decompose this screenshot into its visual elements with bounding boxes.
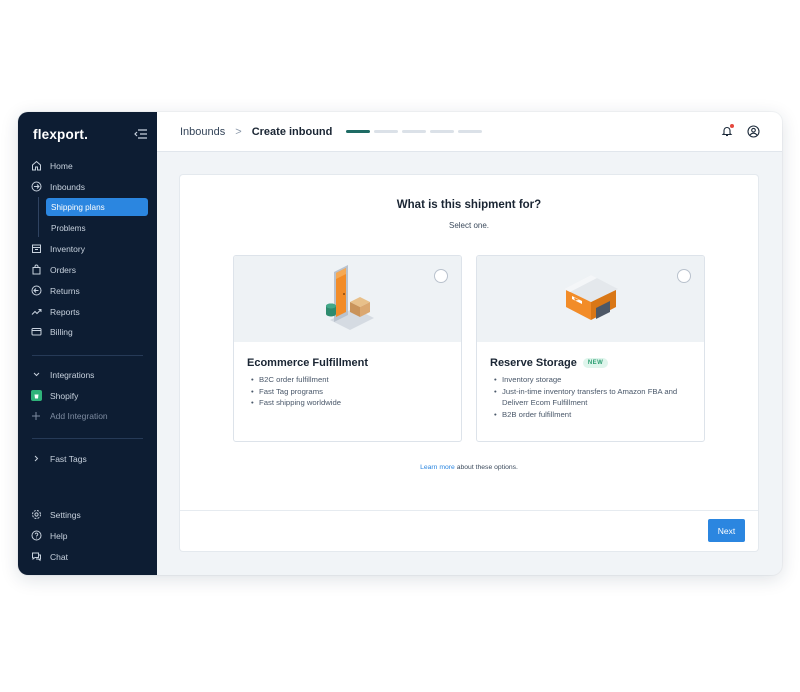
top-bar: Inbounds > Create inbound (157, 112, 782, 152)
inbound-icon (30, 181, 42, 193)
option-radio-ecommerce[interactable] (434, 269, 448, 283)
notification-bell-icon[interactable] (720, 124, 734, 138)
shipment-type-panel: What is this shipment for? Select one. E… (180, 175, 758, 551)
list-item: Fast shipping worldwide (251, 397, 449, 409)
card-bullet-list: Inventory storage Just-in-time inventory… (494, 374, 692, 420)
sidebar-item-label: Orders (50, 264, 76, 275)
new-badge: NEW (582, 358, 609, 368)
sidebar-subitem-shipping-plans[interactable]: Shipping plans (46, 198, 148, 216)
sidebar-item-chat[interactable]: Chat (30, 548, 68, 565)
card-illustration-area (234, 256, 461, 342)
inventory-icon (30, 243, 42, 255)
door-boxes-illustration-icon (318, 262, 378, 337)
sidebar-item-settings[interactable]: Settings (30, 506, 81, 523)
progress-step (374, 130, 399, 133)
trend-icon (30, 306, 42, 318)
question-title: What is this shipment for? (396, 199, 542, 211)
plus-icon (30, 410, 42, 422)
chevron-right-icon (30, 453, 42, 465)
sidebar-item-help[interactable]: Help (30, 527, 67, 544)
sidebar-item-integrations[interactable]: Integrations (30, 366, 94, 383)
returns-icon (30, 285, 42, 297)
sidebar-item-fast-tags[interactable]: Fast Tags (30, 450, 87, 467)
notification-dot (730, 124, 734, 128)
list-item: Inventory storage (494, 374, 692, 386)
learn-more-row: Learn more about these options. (180, 464, 758, 471)
next-button[interactable]: Next (708, 519, 745, 542)
card-bullet-list: B2C order fulfillment Fast Tag programs … (251, 374, 449, 409)
sidebar-item-label: Billing (50, 326, 73, 337)
shopify-icon (30, 390, 42, 402)
option-radio-reserve-storage[interactable] (677, 269, 691, 283)
learn-more-link[interactable]: Learn more (420, 464, 455, 471)
option-card-ecommerce-fulfillment[interactable]: Ecommerce Fulfillment B2C order fulfillm… (233, 255, 462, 442)
sidebar-item-label: Inbounds (50, 181, 85, 192)
sidebar-item-orders[interactable]: Orders (30, 261, 76, 278)
page-title: Create inbound (251, 125, 333, 138)
card-illustration-area (477, 256, 704, 342)
gear-icon (30, 509, 42, 521)
sidebar-item-reports[interactable]: Reports (30, 303, 80, 320)
sidebar-item-returns[interactable]: Returns (30, 282, 80, 299)
question-subtitle: Select one. (448, 221, 490, 230)
sidebar-item-home[interactable]: Home (30, 157, 73, 174)
flexport-logo: flexport. (33, 126, 89, 142)
card-title-text: Ecommerce Fulfillment (247, 357, 369, 369)
chevron-down-icon (30, 369, 42, 381)
chat-icon (30, 551, 42, 563)
sub-nav-line (38, 197, 39, 237)
sidebar-divider (32, 438, 143, 439)
learn-more-suffix: about these options. (454, 464, 518, 471)
option-card-reserve-storage[interactable]: Reserve Storage NEW Inventory storage Ju… (476, 255, 705, 442)
progress-step (402, 130, 427, 133)
sidebar-item-label: Settings (50, 509, 81, 520)
sidebar-item-label: Returns (50, 285, 80, 296)
sidebar-item-label: Add Integration (50, 410, 108, 421)
progress-step (458, 130, 483, 133)
list-item: B2B order fulfillment (494, 409, 692, 421)
sidebar-item-inbounds[interactable]: Inbounds (30, 178, 85, 195)
user-account-icon[interactable] (746, 124, 760, 138)
sidebar: flexport. Home Inbounds Shipping plans P… (18, 112, 157, 575)
sidebar-item-label: Home (50, 160, 73, 171)
app-window: flexport. Home Inbounds Shipping plans P… (18, 112, 782, 575)
breadcrumb-inbounds[interactable]: Inbounds (180, 126, 225, 138)
add-integration-button[interactable]: Add Integration (30, 407, 108, 424)
panel-divider (180, 510, 758, 511)
sidebar-subitem-problems[interactable]: Problems (46, 219, 148, 237)
help-icon (30, 530, 42, 542)
sidebar-item-label: Fast Tags (50, 453, 87, 464)
progress-step (346, 130, 371, 133)
list-item: Just-in-time inventory transfers to Amaz… (494, 386, 692, 409)
collapse-sidebar-icon[interactable] (133, 128, 147, 140)
card-icon (30, 326, 42, 338)
list-item: Fast Tag programs (251, 386, 449, 398)
sidebar-divider (32, 355, 143, 356)
step-progress (346, 130, 483, 133)
breadcrumb-separator: > (235, 125, 242, 138)
sidebar-item-label: Inventory (50, 243, 85, 254)
top-icons (720, 124, 760, 138)
sidebar-item-label: Help (50, 530, 68, 541)
card-title-text: Reserve Storage (490, 357, 577, 369)
warehouse-illustration-icon (560, 267, 622, 332)
bag-icon (30, 264, 42, 276)
progress-step (430, 130, 455, 133)
brand-row: flexport. (33, 124, 147, 144)
list-item: B2C order fulfillment (251, 374, 449, 386)
sidebar-item-label: Integrations (50, 369, 95, 380)
sidebar-item-label: Chat (50, 551, 68, 562)
sidebar-item-inventory[interactable]: Inventory (30, 240, 85, 257)
card-title: Reserve Storage NEW (490, 357, 609, 369)
main-content: Inbounds > Create inbound What is this s… (157, 112, 782, 575)
sidebar-item-label: Shopify (50, 390, 79, 401)
sidebar-item-label: Reports (50, 306, 80, 317)
home-icon (30, 160, 42, 172)
sidebar-item-billing[interactable]: Billing (30, 323, 73, 340)
card-title: Ecommerce Fulfillment (247, 357, 368, 369)
sidebar-item-shopify[interactable]: Shopify (30, 387, 78, 404)
